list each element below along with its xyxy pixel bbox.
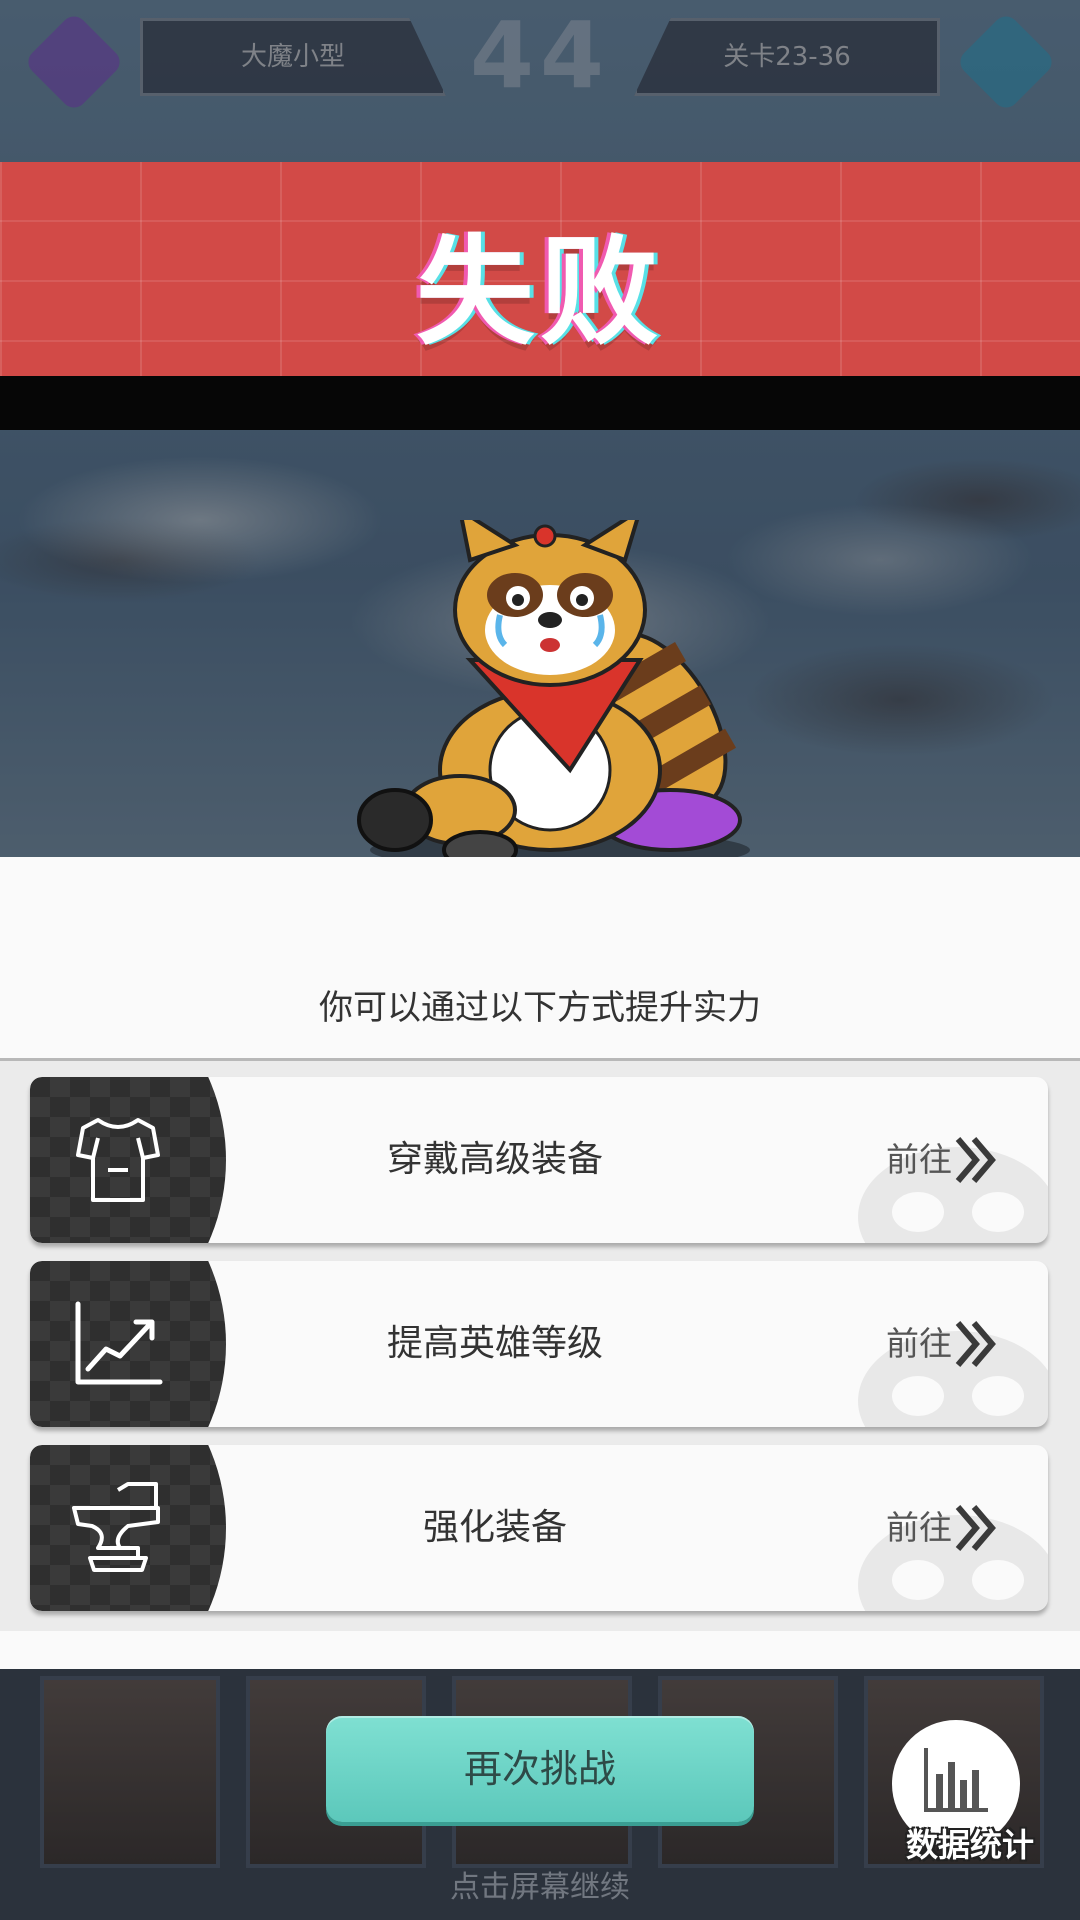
tap-to-continue-hint[interactable]: 点击屏幕继续 [0,1862,1080,1906]
stats-label[interactable]: 数据统计 [880,1820,1060,1866]
advice-subtitle: 你可以通过以下方式提升实力 [319,988,761,1028]
left-team-name: 大魔小型 [140,18,446,96]
left-team-emblem-icon [23,11,125,113]
advice-item-equip-gear[interactable]: 穿戴高级装备 前往 [30,1077,1048,1243]
retry-button[interactable]: 再次挑战 [326,1716,754,1822]
defeat-title: 失败 [415,223,664,361]
advice-item-hero-level[interactable]: 提高英雄等级 前往 [30,1261,1048,1427]
double-chevron-right-icon [955,1137,996,1183]
hero-thumbnail [40,1676,220,1868]
growth-chart-icon [75,1301,163,1385]
goto-link[interactable]: 前往 [886,1445,952,1611]
anvil-icon [72,1482,160,1572]
advice-item-label: 提高英雄等级 [386,1323,603,1364]
banner-shadow [0,376,1080,430]
advice-item-label: 穿戴高级装备 [386,1139,603,1180]
top-hud: 大魔小型 44 关卡23-36 [0,0,1080,130]
double-chevron-right-icon [955,1505,996,1551]
goto-link[interactable]: 前往 [886,1261,952,1427]
goto-link[interactable]: 前往 [886,1077,952,1243]
armor-icon [76,1118,160,1202]
advice-item-label: 强化装备 [422,1507,567,1548]
stage-name: 关卡23-36 [634,18,940,96]
double-chevron-right-icon [955,1321,996,1367]
bar-chart-icon [924,1748,988,1812]
advice-item-enhance-gear[interactable]: 强化装备 前往 [30,1445,1048,1611]
hud-score: 44 [469,2,611,109]
right-team-emblem-icon [955,11,1057,113]
crying-raccoon-mascot-icon [357,520,750,870]
